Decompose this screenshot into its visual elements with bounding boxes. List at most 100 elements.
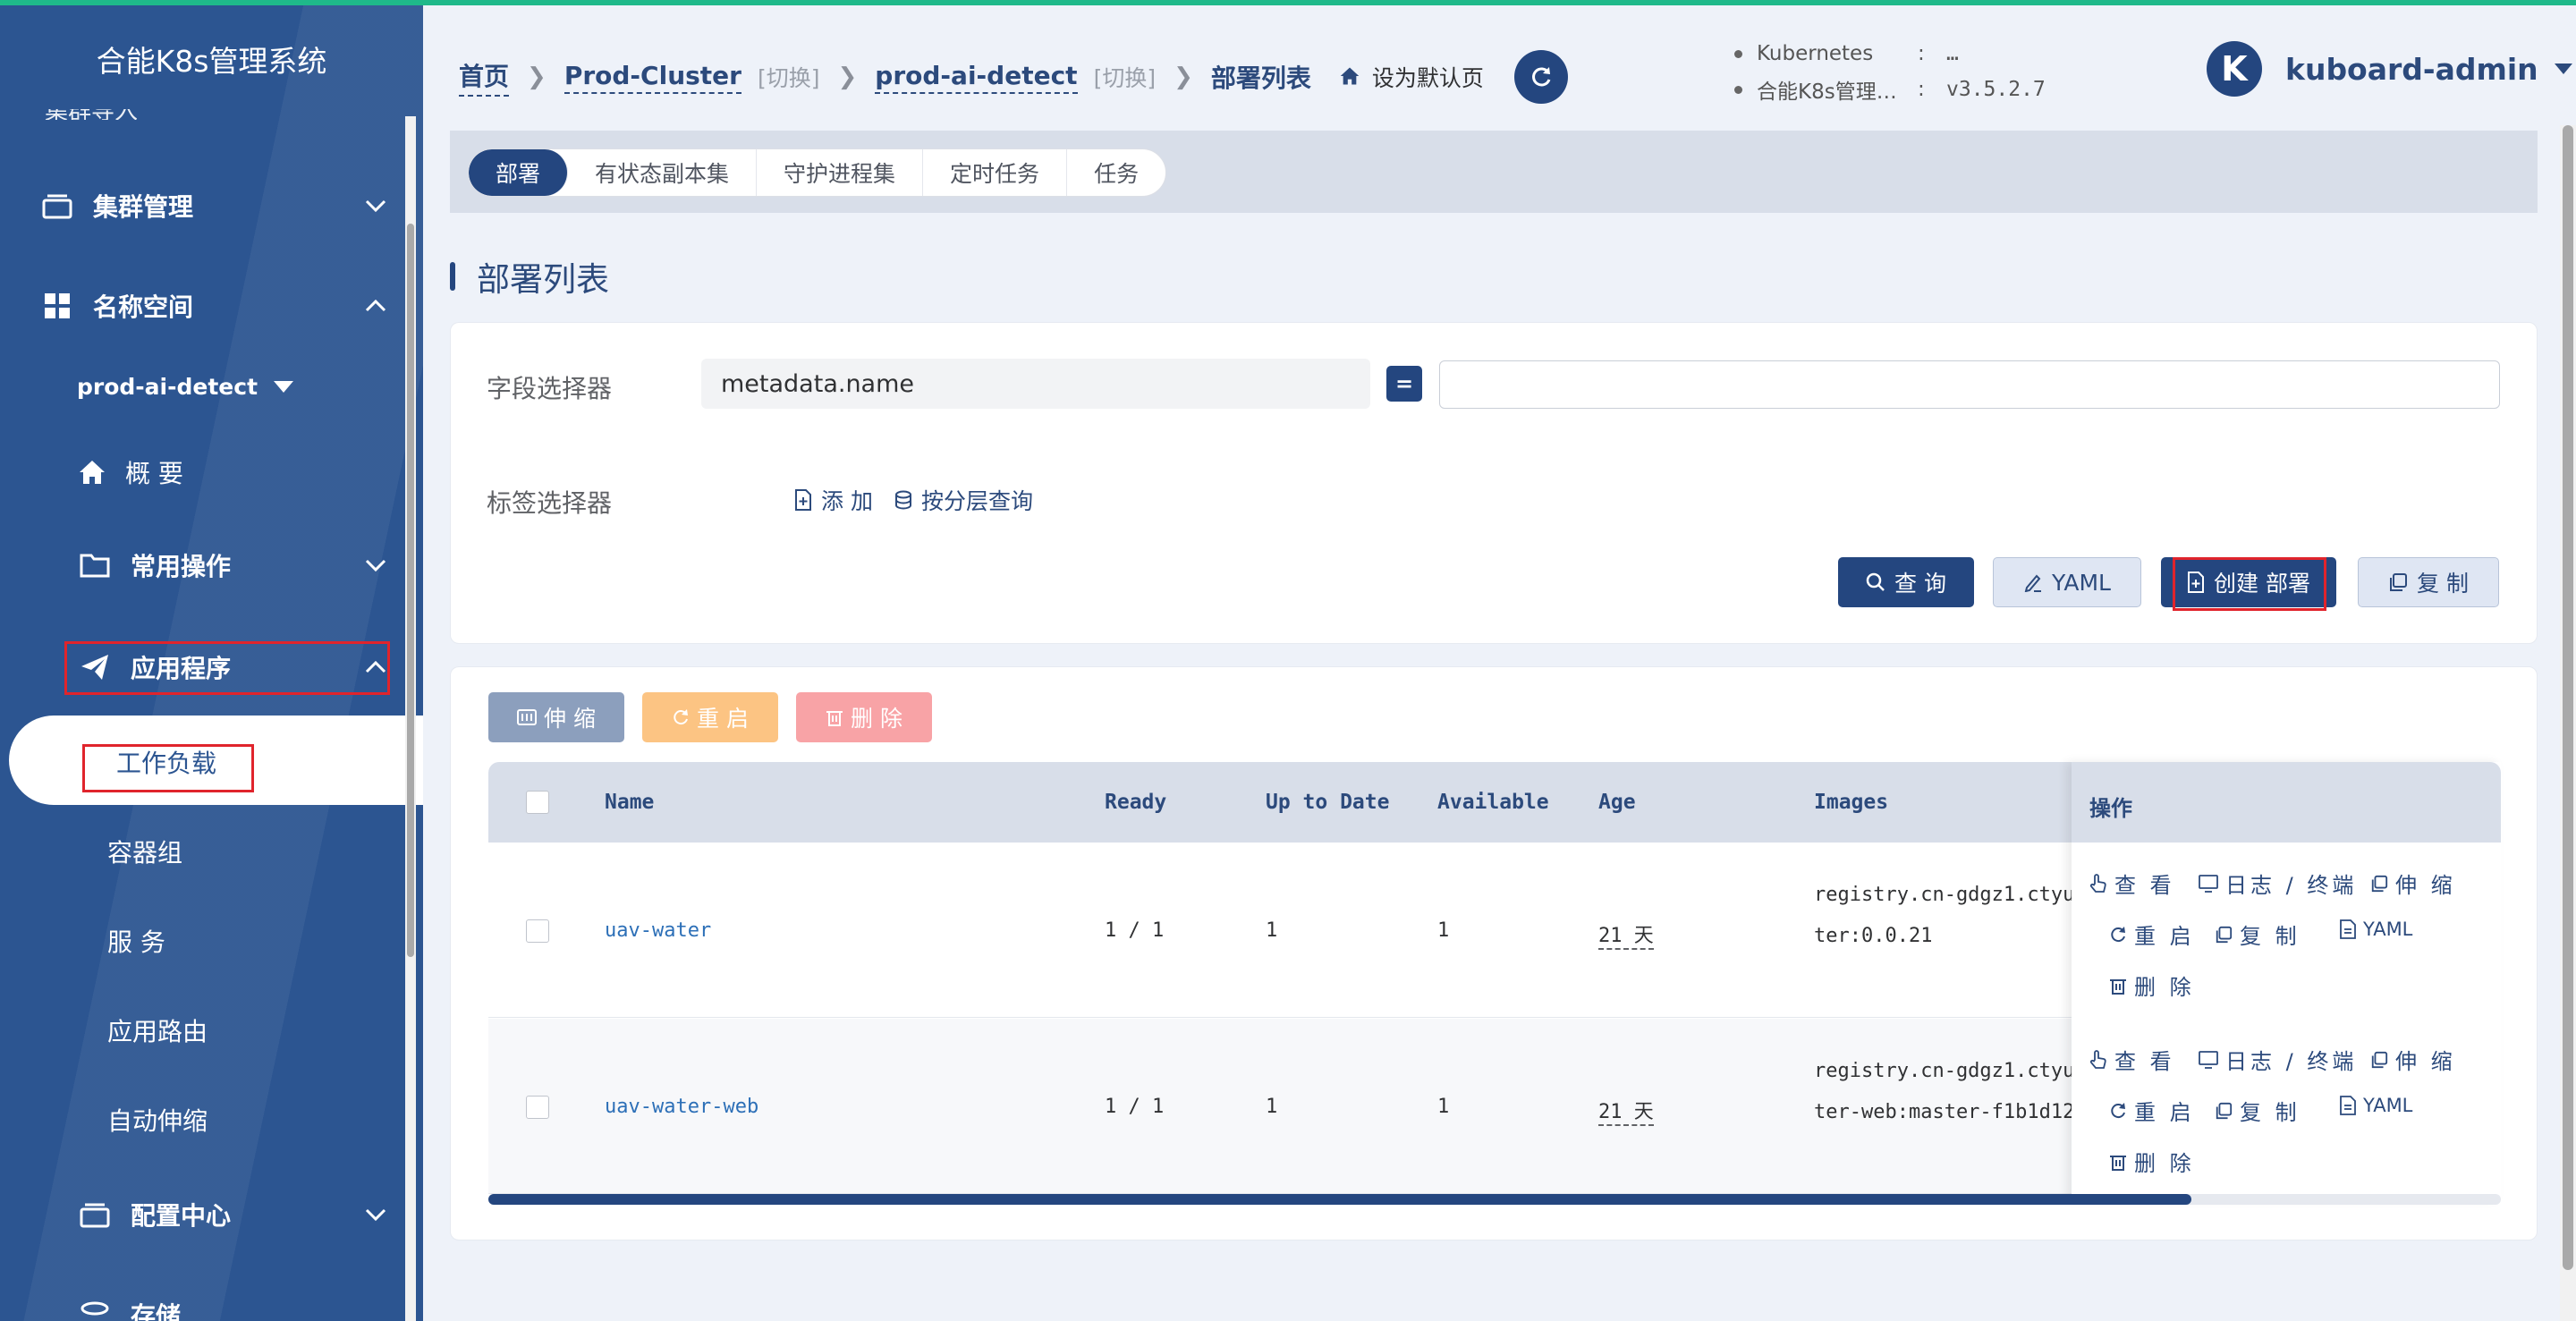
tab-deployments[interactable]: 部署 xyxy=(469,149,569,196)
caret-down-icon xyxy=(2554,64,2572,74)
column-header-images[interactable]: Images xyxy=(1814,791,1888,814)
select-all-checkbox[interactable] xyxy=(526,791,549,814)
copy-button-label: 复 制 xyxy=(2417,571,2469,597)
highlight-box xyxy=(82,744,254,792)
restart-icon xyxy=(674,709,689,725)
scale-button[interactable]: 伸 缩 xyxy=(2370,1044,2456,1075)
sidebar-item-ingress[interactable]: 应用路由 xyxy=(107,1012,208,1048)
image-line: registry.cn-gdgz1.ctyun xyxy=(1814,1060,2073,1082)
yaml-button[interactable]: YAML xyxy=(2340,1095,2412,1116)
breadcrumb-cluster[interactable]: Prod-Cluster xyxy=(564,61,741,94)
image-line: ter:0.0.21 xyxy=(1814,925,1933,947)
deployment-name-link[interactable]: uav-water-web xyxy=(605,1096,758,1118)
pointer-icon xyxy=(2089,1049,2106,1069)
bulk-scale-button[interactable]: 伸 缩 xyxy=(488,692,624,742)
copy-icon xyxy=(2390,573,2408,591)
logs-terminal-button[interactable]: 日志 / 终端 xyxy=(2199,1044,2357,1075)
column-header-age[interactable]: Age xyxy=(1598,791,1636,814)
available-value: 1 xyxy=(1437,1096,1450,1118)
available-value: 1 xyxy=(1437,919,1450,942)
column-header-name[interactable]: Name xyxy=(605,791,654,814)
field-value-input[interactable] xyxy=(1439,360,2500,409)
copy-button[interactable]: 复 制 xyxy=(2215,919,2301,950)
column-header-ready[interactable]: Ready xyxy=(1105,791,1166,814)
row-checkbox[interactable] xyxy=(526,919,549,943)
sidebar-item-storage[interactable]: 存储 xyxy=(77,1288,397,1321)
image-line: ter-web:master-f1b1d12 xyxy=(1814,1101,2073,1123)
sidebar-item-label: 存储 xyxy=(131,1301,182,1321)
page-scrollbar-thumb[interactable] xyxy=(2563,125,2573,1270)
deployments-table: Name Ready Up to Date Available Age Imag… xyxy=(488,762,2501,1200)
field-selector-value: metadata.name xyxy=(721,369,915,398)
age-value: 21 天 xyxy=(1598,919,1654,950)
deployments-card: 伸 缩 重 启 删 除 Name Ready Up to Date Availa… xyxy=(450,666,2538,1241)
field-selector-input[interactable]: metadata.name xyxy=(701,359,1370,409)
switch-namespace-link[interactable]: [切换] xyxy=(1094,61,1157,93)
yaml-button[interactable]: YAML xyxy=(1993,557,2141,607)
workload-tabs: 部署 有状态副本集 守护进程集 定时任务 任务 xyxy=(468,148,1167,197)
tab-statefulsets[interactable]: 有状态副本集 xyxy=(568,149,758,196)
refresh-button[interactable] xyxy=(1513,50,1568,104)
delete-button[interactable]: 删 除 xyxy=(2109,970,2195,1001)
scale-button[interactable]: 伸 缩 xyxy=(2370,868,2456,899)
view-label: 查 看 xyxy=(2114,1049,2175,1074)
sidebar-item-pods[interactable]: 容器组 xyxy=(107,834,182,869)
row-checkbox[interactable] xyxy=(526,1096,549,1119)
sidebar-item-config-center[interactable]: 配置中心 xyxy=(77,1188,397,1241)
deployment-name-link[interactable]: uav-water xyxy=(605,919,711,942)
logs-terminal-button[interactable]: 日志 / 终端 xyxy=(2199,868,2357,899)
sidebar-item-label: 集群管理 xyxy=(93,192,194,222)
tab-cronjobs[interactable]: 定时任务 xyxy=(923,149,1068,196)
breadcrumb-namespace[interactable]: prod-ai-detect xyxy=(875,61,1078,94)
bulk-restart-button[interactable]: 重 启 xyxy=(642,692,778,742)
view-button[interactable]: 查 看 xyxy=(2089,868,2175,899)
chevron-up-icon xyxy=(363,293,388,325)
switch-cluster-link[interactable]: [切换] xyxy=(758,61,820,93)
delete-label: 删 除 xyxy=(2134,975,2195,1000)
restart-icon xyxy=(2111,926,2125,942)
operator-button[interactable]: = xyxy=(1386,366,1422,402)
breadcrumb-home[interactable]: 首页 xyxy=(459,57,510,97)
monitor-icon xyxy=(2199,874,2218,893)
label-selector-label: 标签选择器 xyxy=(487,488,613,518)
sidebar-item-overview[interactable]: 概 要 xyxy=(77,454,183,490)
restart-button[interactable]: 重 启 xyxy=(2109,919,2195,950)
age-value: 21 天 xyxy=(1598,1096,1654,1126)
table-horizontal-scrollbar-thumb[interactable] xyxy=(488,1194,2191,1205)
sidebar-item-services[interactable]: 服 务 xyxy=(107,923,165,959)
up-to-date-value: 1 xyxy=(1266,919,1278,942)
bulk-delete-button[interactable]: 删 除 xyxy=(796,692,932,742)
column-header-available[interactable]: Available xyxy=(1437,791,1549,814)
restart-button[interactable]: 重 启 xyxy=(2109,1095,2195,1126)
file-add-icon xyxy=(795,489,811,511)
version-colon: : xyxy=(1918,42,1925,65)
copy-button[interactable]: 复 制 xyxy=(2215,1095,2301,1126)
layered-query-button[interactable]: 按分层查询 xyxy=(894,484,1033,516)
chevron-down-icon xyxy=(363,1202,388,1233)
sidebar-item-common-ops[interactable]: 常用操作 xyxy=(77,538,397,592)
column-header-up-to-date[interactable]: Up to Date xyxy=(1266,791,1389,814)
tab-daemonsets[interactable]: 守护进程集 xyxy=(757,149,924,196)
sidebar-item-autoscaling[interactable]: 自动伸缩 xyxy=(107,1102,208,1138)
highlight-box xyxy=(2173,557,2326,611)
namespace-selector[interactable]: prod-ai-detect xyxy=(77,374,294,400)
yaml-button[interactable]: YAML xyxy=(2340,919,2412,940)
version-value: … xyxy=(1946,42,1959,65)
copy-label: 复 制 xyxy=(2240,924,2301,949)
caret-down-icon xyxy=(274,381,294,393)
sidebar-item-cluster-management[interactable]: 集群管理 xyxy=(39,179,397,233)
query-button[interactable]: 查 询 xyxy=(1838,557,1974,607)
view-button[interactable]: 查 看 xyxy=(2089,1044,2175,1075)
trash-icon xyxy=(2110,978,2126,995)
user-menu[interactable]: K kuboard-admin xyxy=(2207,41,2572,97)
set-default-page-link[interactable]: 设为默认页 xyxy=(1372,61,1484,93)
sidebar-scrollbar-thumb[interactable] xyxy=(407,224,414,957)
copy-button[interactable]: 复 制 xyxy=(2358,557,2499,607)
add-label-button[interactable]: 添 加 xyxy=(794,484,873,516)
ready-value: 1 / 1 xyxy=(1105,1096,1165,1118)
grid-icon xyxy=(39,288,75,324)
tab-jobs[interactable]: 任务 xyxy=(1067,149,1165,196)
sidebar-item-namespace[interactable]: 名称空间 xyxy=(39,279,397,333)
scale-label: 伸 缩 xyxy=(2395,873,2456,898)
delete-button[interactable]: 删 除 xyxy=(2109,1146,2195,1177)
